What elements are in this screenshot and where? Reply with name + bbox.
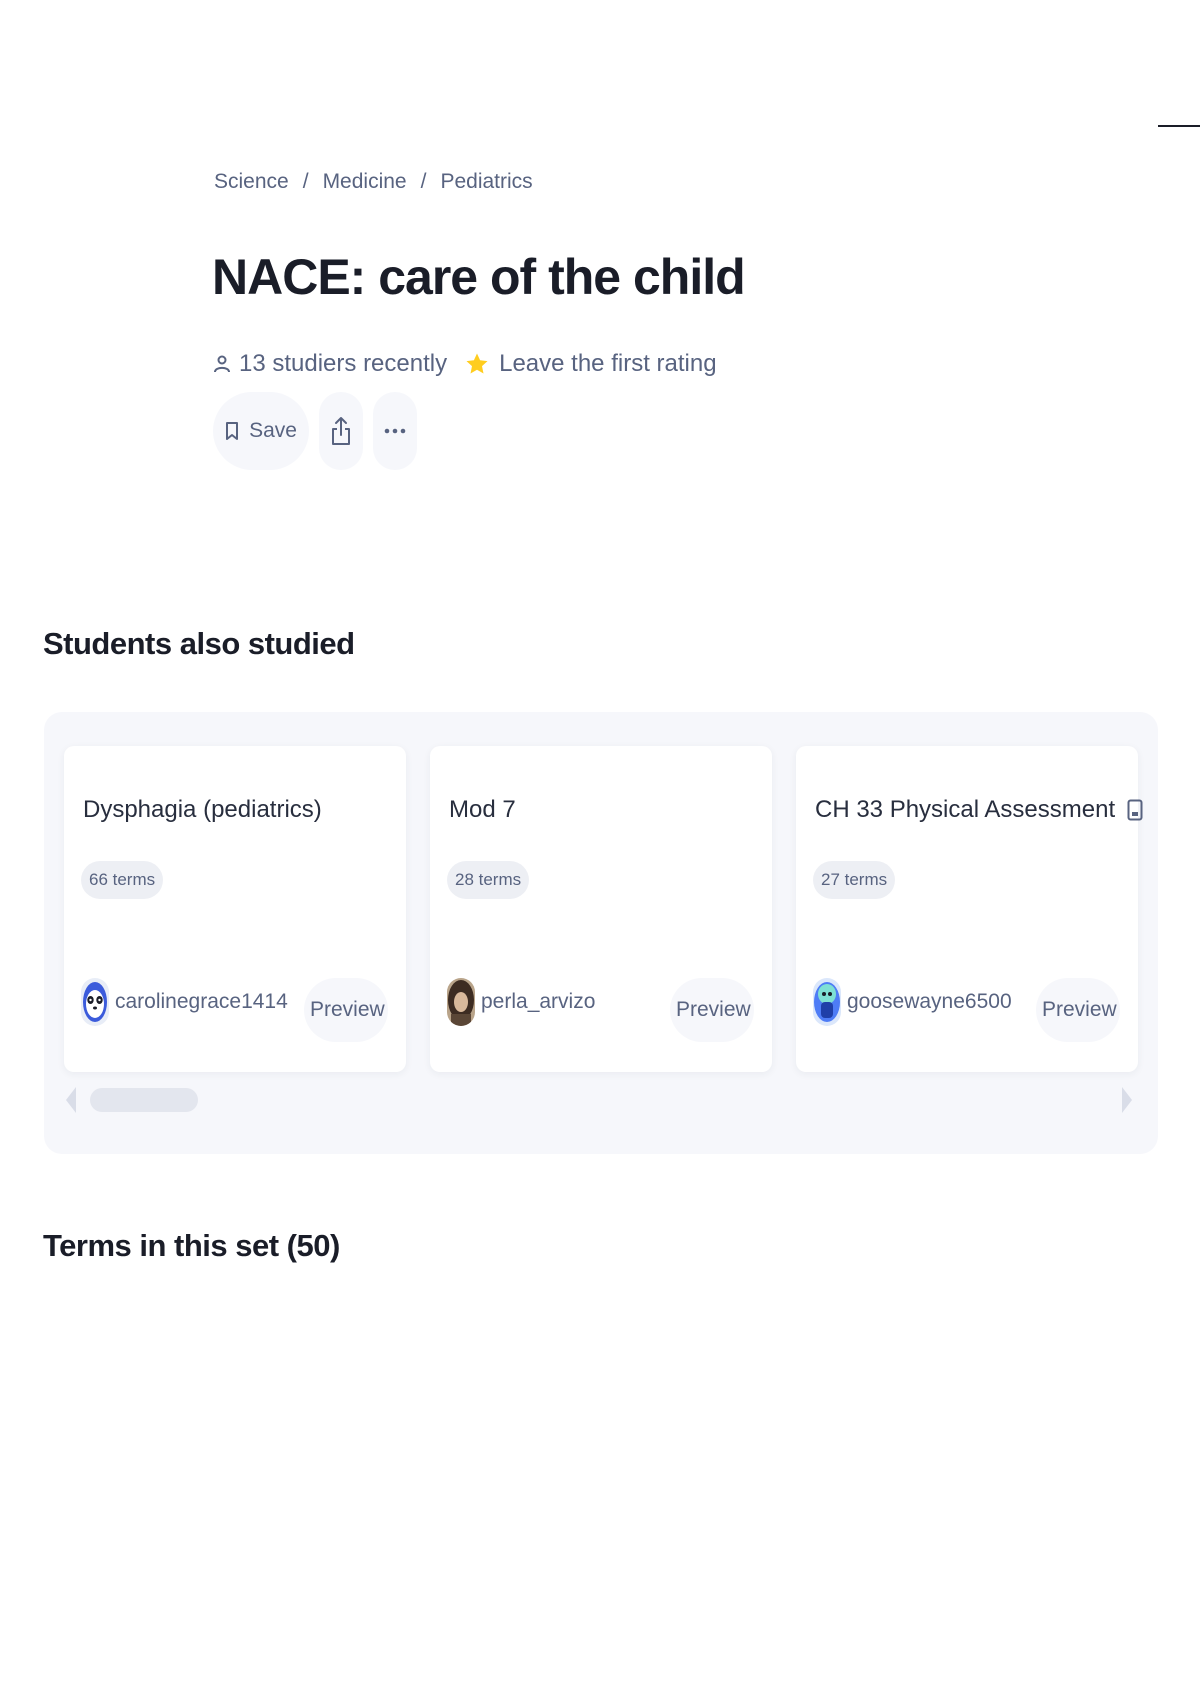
bookmark-icon — [226, 422, 239, 440]
menu-line — [1158, 125, 1200, 127]
terms-heading: Terms in this set (50) — [43, 1228, 340, 1263]
save-button[interactable]: Save — [213, 392, 309, 470]
author-name: goosewayne6500 — [847, 990, 1012, 1013]
author-name: perla_arvizo — [481, 990, 596, 1013]
card-title-text: Dysphagia (pediatrics) — [83, 796, 322, 823]
card-author[interactable]: goosewayne6500 — [813, 978, 1012, 1026]
star-icon — [466, 353, 488, 374]
terms-badge: 66 terms — [81, 861, 164, 899]
page: Science / Medicine / Pediatrics NACE: ca… — [0, 0, 1200, 1700]
preview-button[interactable]: Preview — [304, 978, 388, 1042]
preview-button[interactable]: Preview — [1036, 978, 1120, 1042]
card-title: Dysphagia (pediatrics) — [83, 796, 322, 824]
study-set-card[interactable]: Dysphagia (pediatrics) 66 terms caroline… — [64, 746, 406, 1072]
people-icon — [214, 355, 230, 373]
card-author[interactable]: carolinegrace1414 — [81, 978, 288, 1026]
also-studied-heading: Students also studied — [43, 626, 355, 661]
more-options-button[interactable] — [373, 392, 417, 470]
tablet-icon — [1127, 799, 1143, 821]
share-button[interactable] — [319, 392, 363, 470]
studiers-count: 13 studiers recently — [239, 350, 448, 377]
set-meta: 13 studiers recently Leave the first rat… — [213, 350, 717, 378]
rating-link[interactable]: Leave the first rating — [499, 350, 716, 378]
avatar — [813, 978, 841, 1026]
breadcrumb-separator: / — [420, 170, 427, 193]
breadcrumb-separator: / — [302, 170, 309, 193]
card-author[interactable]: perla_arvizo — [447, 978, 595, 1026]
page-title: NACE: care of the child — [212, 249, 746, 305]
study-set-card[interactable]: Mod 7 28 terms perla_arvizo Preview — [430, 746, 772, 1072]
breadcrumb-science[interactable]: Science — [214, 170, 289, 194]
avatar — [447, 978, 475, 1026]
share-icon — [332, 417, 350, 445]
card-title-text: CH 33 Physical Assessment — [815, 796, 1116, 823]
more-icon — [384, 428, 406, 434]
set-actions: Save — [213, 392, 417, 470]
breadcrumb: Science / Medicine / Pediatrics — [214, 170, 533, 194]
breadcrumb-pediatrics[interactable]: Pediatrics — [440, 170, 532, 194]
card-title: CH 33 Physical Assessment — [815, 796, 1143, 824]
breadcrumb-medicine[interactable]: Medicine — [323, 170, 407, 194]
terms-badge: 27 terms — [813, 861, 896, 899]
preview-button[interactable]: Preview — [670, 978, 754, 1042]
terms-badge: 28 terms — [447, 861, 530, 899]
card-title: Mod 7 — [449, 796, 516, 824]
avatar — [81, 978, 109, 1026]
study-set-card[interactable]: CH 33 Physical Assessment 27 terms goose… — [796, 746, 1143, 1072]
carousel-scrollbar-thumb[interactable] — [90, 1088, 198, 1112]
chevron-right-icon[interactable] — [1122, 1087, 1132, 1113]
card-title-text: Mod 7 — [449, 796, 516, 823]
save-label: Save — [249, 419, 297, 442]
author-name: carolinegrace1414 — [115, 990, 288, 1013]
chevron-left-icon[interactable] — [66, 1087, 76, 1113]
also-studied-carousel: Dysphagia (pediatrics) 66 terms caroline… — [44, 712, 1158, 1154]
